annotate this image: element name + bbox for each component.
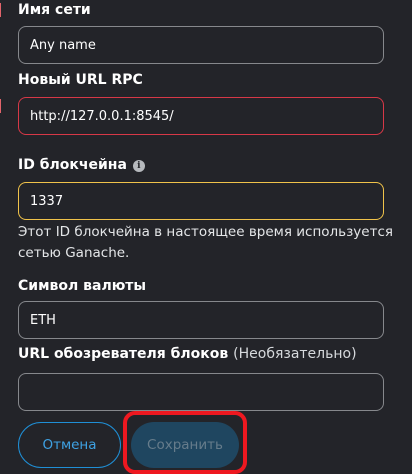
block-explorer-label: URL обозревателя блоков (18, 346, 229, 362)
chain-id-label-row: ID блокчейна i (18, 157, 145, 173)
rpc-url-input[interactable]: http://127.0.0.1:8545/ (18, 97, 384, 135)
currency-symbol-input[interactable]: ETH (18, 301, 384, 339)
cancel-button[interactable]: Отмена (18, 422, 121, 468)
chain-id-hint: Этот ID блокчейна в настоящее время испо… (18, 224, 393, 261)
field-error-marker (0, 99, 1, 113)
chain-id-label: ID блокчейна (18, 157, 127, 173)
network-name-input[interactable]: Any name (18, 26, 384, 64)
field-error-marker (0, 3, 1, 17)
annotation-highlight-box (123, 411, 247, 474)
currency-symbol-label: Символ валюты (18, 278, 147, 294)
optional-note: (Необязательно) (233, 346, 357, 362)
network-name-label: Имя сети (18, 2, 91, 18)
info-icon[interactable]: i (132, 160, 145, 172)
block-explorer-label-row: URL обозревателя блоков (Необязательно) (18, 346, 357, 362)
block-explorer-input[interactable] (18, 373, 384, 411)
chain-id-input[interactable]: 1337 (18, 182, 384, 220)
rpc-url-label: Новый URL RPC (18, 72, 143, 88)
